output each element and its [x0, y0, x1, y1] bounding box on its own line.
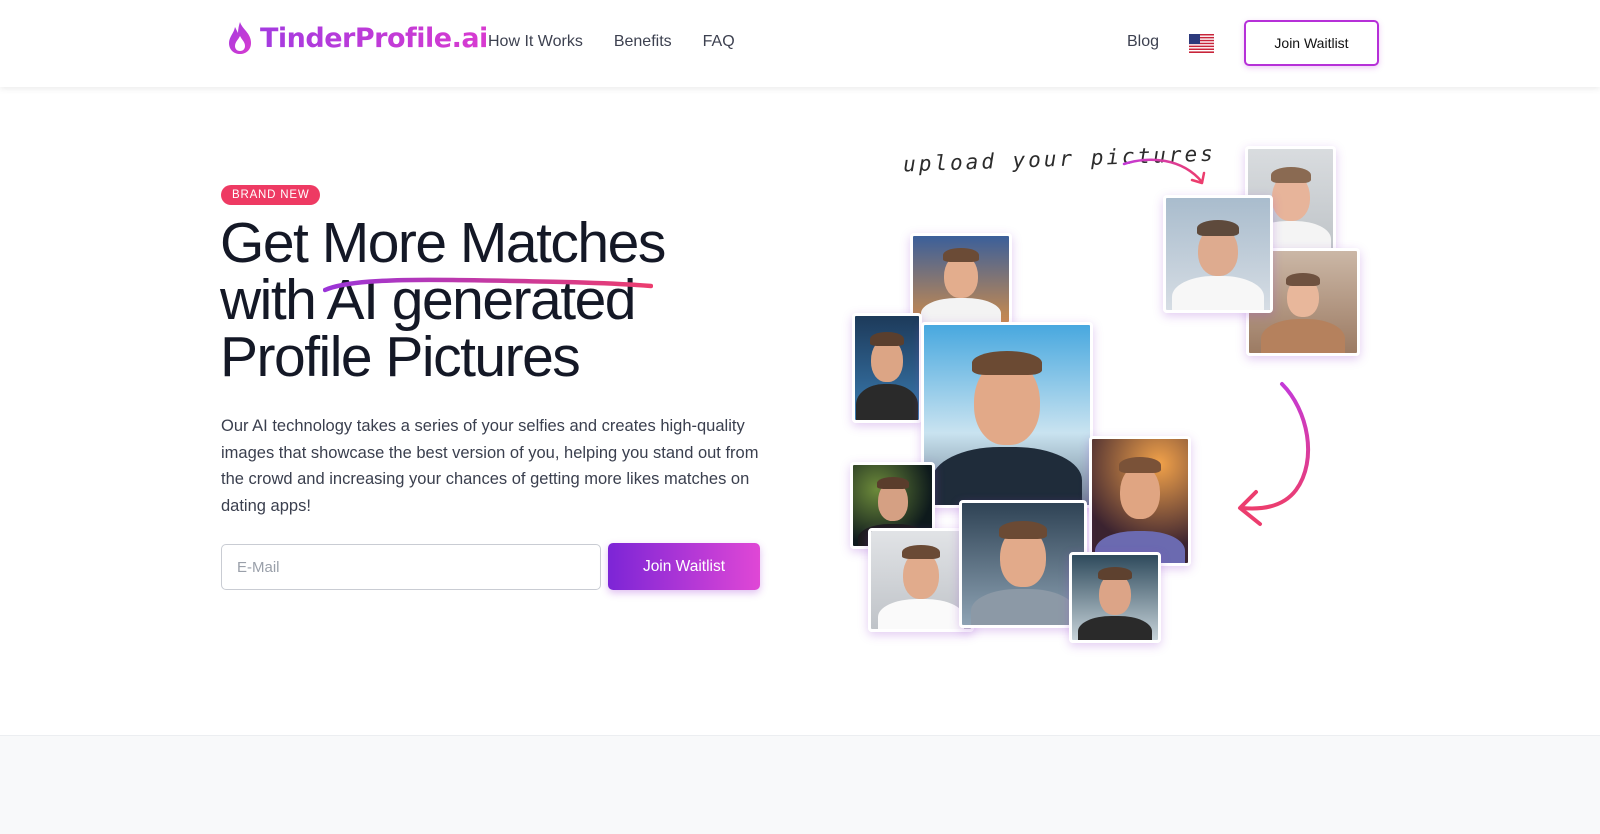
main-nav: How It Works Benefits FAQ: [488, 33, 735, 51]
generated-photo-7: [1069, 552, 1161, 643]
generated-photo-2: [852, 313, 922, 423]
curved-arrow-right-icon: [1122, 158, 1206, 185]
nav-how-it-works[interactable]: How It Works: [488, 33, 583, 51]
us-flag-icon[interactable]: [1189, 34, 1214, 53]
generated-photo-main: [921, 322, 1093, 508]
email-input[interactable]: [221, 544, 601, 590]
next-section-band: [0, 735, 1600, 834]
hero-description: Our AI technology takes a series of your…: [221, 417, 759, 515]
nav-faq[interactable]: FAQ: [703, 33, 735, 51]
headline-line-1: Get More Matches: [220, 211, 666, 275]
nav-blog[interactable]: Blog: [1127, 33, 1159, 51]
upload-photo-3: [1163, 195, 1273, 313]
brand-name: TinderProfile.ai: [260, 22, 488, 54]
generated-photo-6: [959, 500, 1087, 628]
nav-benefits[interactable]: Benefits: [614, 33, 672, 51]
headline-underline-stroke: [323, 277, 653, 293]
generated-photo-4: [1089, 436, 1191, 566]
generated-photo-1: [910, 233, 1012, 325]
hero-headline: Get More Matches with AI generated Profi…: [220, 215, 780, 386]
site-header: TinderProfile.ai How It Works Benefits F…: [0, 0, 1600, 87]
curved-arrow-down-icon: [1238, 382, 1310, 526]
join-waitlist-button[interactable]: Join Waitlist: [608, 543, 760, 590]
headline-line-3: Profile Pictures: [220, 325, 581, 389]
header-join-waitlist-button[interactable]: Join Waitlist: [1244, 20, 1379, 66]
flame-icon: [229, 22, 251, 54]
brand-new-badge: BRAND NEW: [221, 185, 321, 205]
brand-logo[interactable]: TinderProfile.ai: [226, 20, 488, 56]
